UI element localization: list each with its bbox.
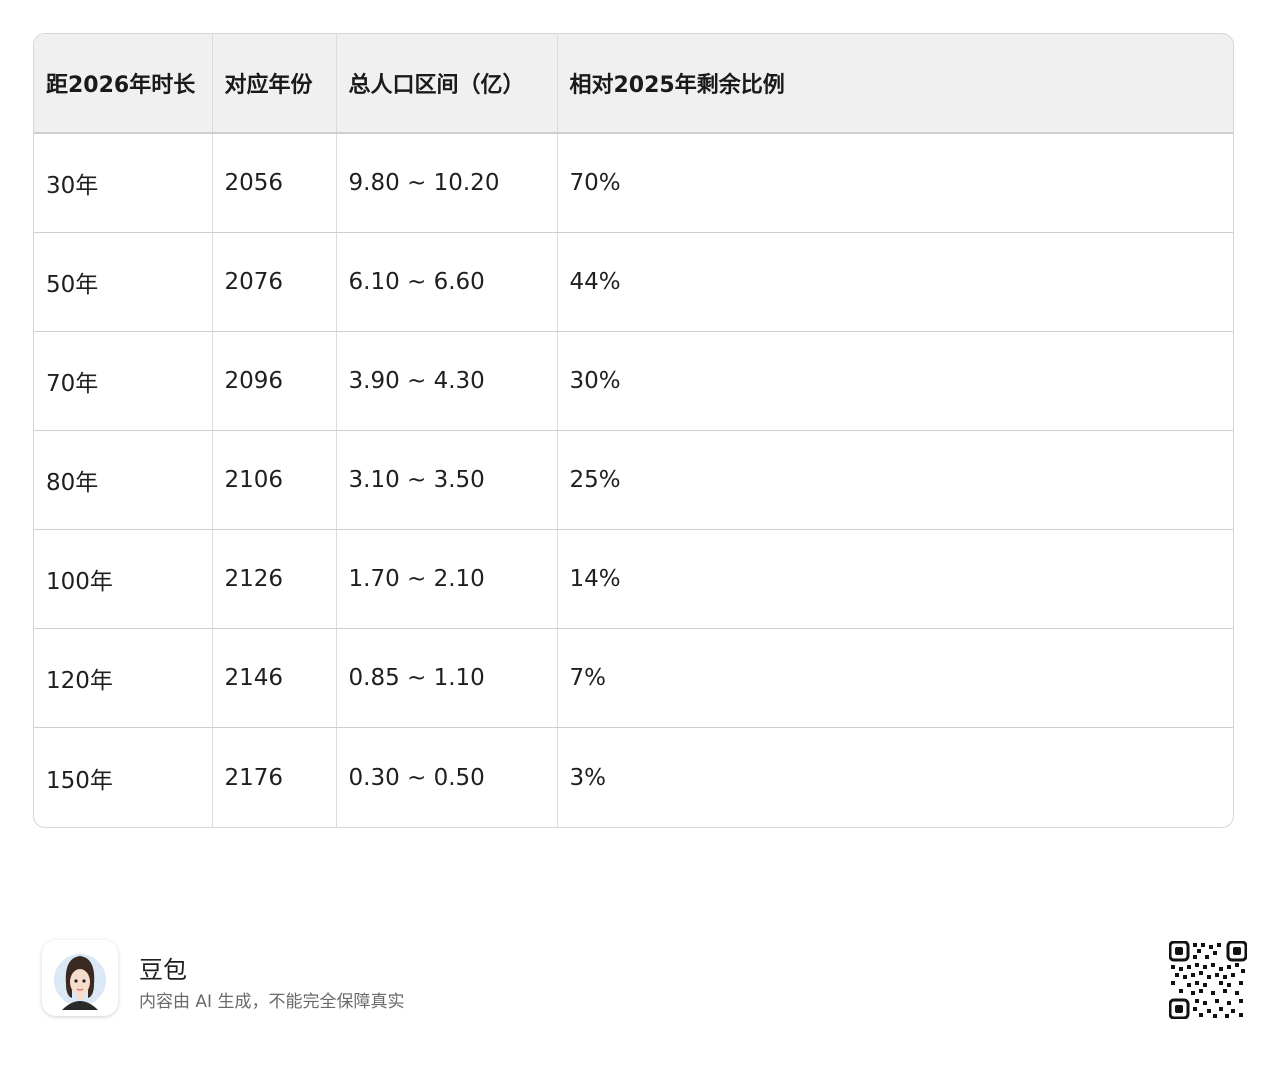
table-row: 100年 2126 1.70 ~ 2.10 14% bbox=[34, 529, 1233, 630]
cell-remaining-ratio: 3% bbox=[569, 764, 607, 791]
cell-duration: 120年 bbox=[34, 628, 213, 729]
cell-population-range: 6.10 ~ 6.60 bbox=[336, 232, 558, 332]
cell-remaining-ratio: 30% bbox=[557, 331, 1233, 431]
cell-population-range: 3.10 ~ 3.50 bbox=[336, 430, 558, 531]
cell-remaining-ratio: 7% bbox=[557, 628, 1233, 729]
cell-duration: 80年 bbox=[34, 430, 213, 531]
cell-population-range: 1.70 ~ 2.10 bbox=[336, 529, 558, 630]
header-year: 对应年份 bbox=[212, 34, 337, 134]
header-population-range: 总人口区间（亿） bbox=[336, 34, 558, 134]
qr-code-icon bbox=[1168, 940, 1248, 1020]
cell-population-range: 9.80 ~ 10.20 bbox=[336, 133, 558, 233]
cell-duration: 50年 bbox=[34, 232, 213, 332]
table-row: 150年 2176 0.30 ~ 0.50 3% bbox=[34, 727, 1233, 827]
cell-year: 2126 bbox=[212, 529, 337, 630]
cell-duration: 30年 bbox=[34, 133, 213, 233]
cell-year: 2106 bbox=[212, 430, 337, 531]
cell-remaining-ratio: 44% bbox=[557, 232, 1233, 332]
header-duration: 距2026年时长 bbox=[34, 34, 213, 134]
avatar-icon bbox=[42, 940, 118, 1016]
cell-year: 2176 bbox=[212, 727, 337, 827]
cell-duration: 70年 bbox=[34, 331, 213, 431]
cell-year: 2076 bbox=[212, 232, 337, 332]
cell-year: 2146 bbox=[212, 628, 337, 729]
cell-population-range: 0.30 ~ 0.50 bbox=[336, 727, 558, 827]
cell-duration: 150年 bbox=[34, 727, 213, 827]
table-row: 80年 2106 3.10 ~ 3.50 25% bbox=[34, 430, 1233, 531]
header-remaining-ratio: 相对2025年剩余比例 bbox=[557, 34, 1233, 134]
table-row: 30年 2056 9.80 ~ 10.20 70% bbox=[34, 133, 1233, 233]
table-row: 70年 2096 3.90 ~ 4.30 30% bbox=[34, 331, 1233, 431]
cell-duration: 100年 bbox=[34, 529, 213, 630]
cell-population-range: 0.85 ~ 1.10 bbox=[336, 628, 558, 729]
cell-population-range: 3.90 ~ 4.30 bbox=[336, 331, 558, 431]
brand-name: 豆包 bbox=[139, 956, 187, 984]
ai-disclaimer: 内容由 AI 生成，不能完全保障真实 bbox=[139, 992, 405, 1012]
data-table-container: 距2026年时长 对应年份 总人口区间（亿） 相对2025年剩余比例 30年 2… bbox=[33, 33, 1234, 828]
table-header-row: 距2026年时长 对应年份 总人口区间（亿） 相对2025年剩余比例 bbox=[34, 34, 1233, 134]
cell-remaining-ratio: 70% bbox=[557, 133, 1233, 233]
cell-year: 2096 bbox=[212, 331, 337, 431]
footer-watermark: 豆包 内容由 AI 生成，不能完全保障真实 bbox=[42, 940, 1252, 1020]
population-table: 距2026年时长 对应年份 总人口区间（亿） 相对2025年剩余比例 30年 2… bbox=[34, 34, 1233, 827]
cell-remaining-ratio: 14% bbox=[557, 529, 1233, 630]
cell-remaining-ratio: 25% bbox=[557, 430, 1233, 531]
table-row: 120年 2146 0.85 ~ 1.10 7% bbox=[34, 628, 1233, 729]
table-row: 50年 2076 6.10 ~ 6.60 44% bbox=[34, 232, 1233, 332]
cell-year: 2056 bbox=[212, 133, 337, 233]
